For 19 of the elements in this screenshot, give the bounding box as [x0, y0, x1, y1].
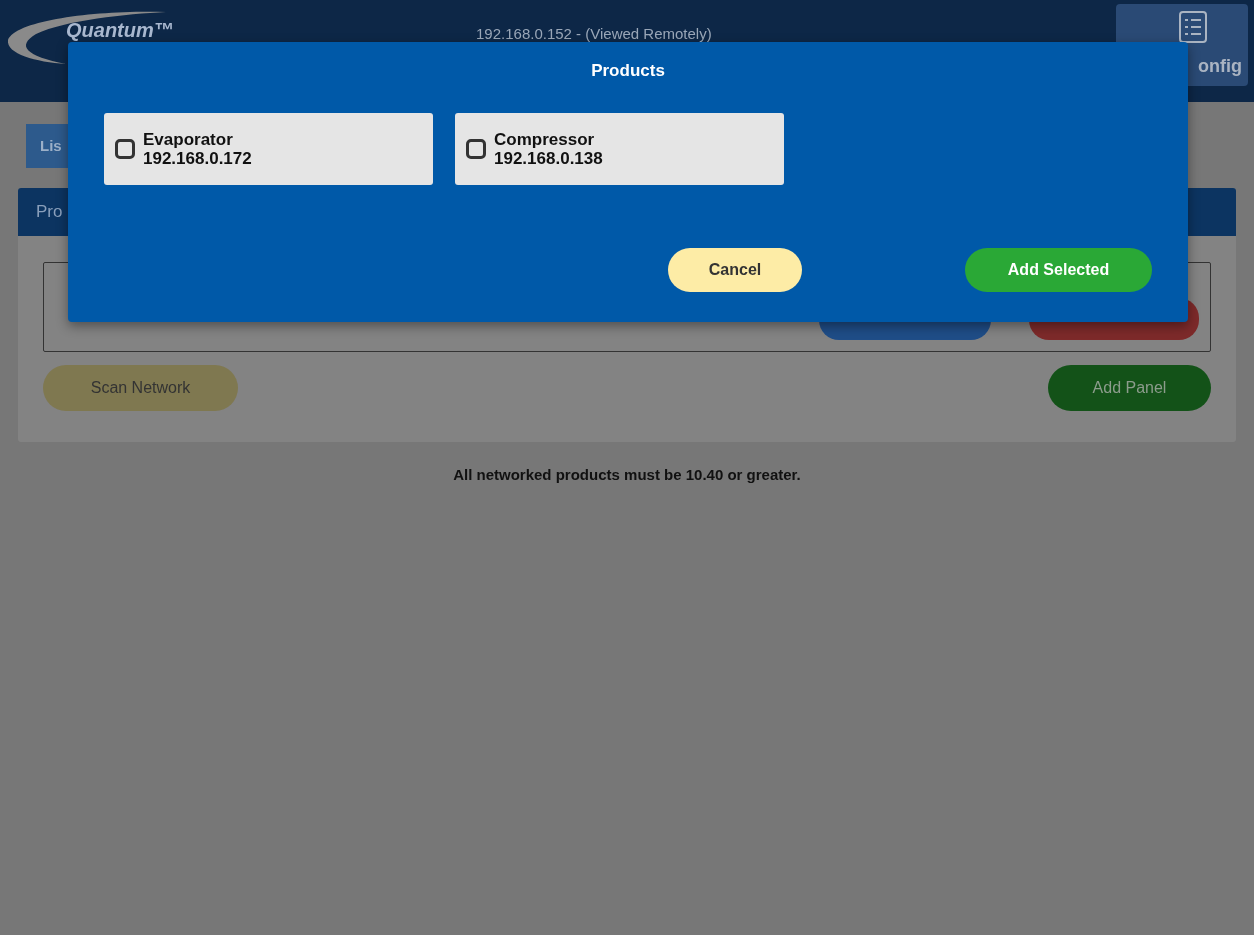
- product-name: Evaporator: [143, 130, 234, 149]
- product-address: 192.168.0.138: [494, 149, 603, 168]
- scan-network-button[interactable]: Scan Network: [43, 365, 238, 411]
- list-icon: [1178, 10, 1208, 44]
- product-address: 192.168.0.172: [143, 149, 252, 168]
- dialog-title: Products: [590, 60, 666, 82]
- panel-title: Pro: [36, 201, 63, 224]
- product-card[interactable]: Compressor 192.168.0.138: [455, 113, 784, 185]
- add-panel-button[interactable]: Add Panel: [1048, 365, 1211, 411]
- logo-text: Quantum™: [66, 20, 174, 40]
- add-selected-button[interactable]: Add Selected: [965, 248, 1152, 292]
- version-note: All networked products must be 10.40 or greater.: [452, 465, 802, 485]
- checkbox[interactable]: [115, 139, 135, 159]
- tab[interactable]: Lis: [26, 124, 68, 168]
- cancel-button[interactable]: Cancel: [668, 248, 802, 292]
- product-name: Compressor: [494, 130, 596, 149]
- product-card[interactable]: Evaporator 192.168.0.172: [104, 113, 433, 185]
- address-text: 192.168.0.152 - (Viewed Remotely): [476, 26, 712, 41]
- checkbox[interactable]: [466, 139, 486, 159]
